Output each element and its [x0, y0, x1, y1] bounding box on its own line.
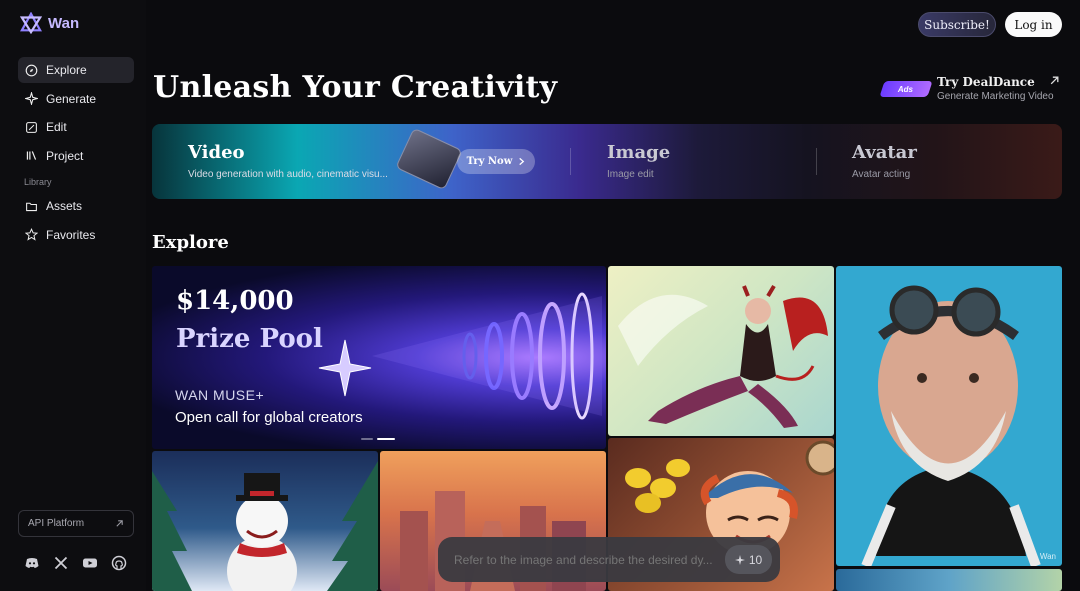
gallery-image-devil-woman[interactable] [608, 266, 834, 436]
edit-icon [26, 121, 37, 133]
sound-waves-graphic [372, 292, 602, 420]
arrow-up-right-icon [116, 520, 123, 527]
hero-call: Open call for global creators [175, 409, 363, 426]
api-platform-label: API Platform [28, 518, 85, 529]
credits-button[interactable]: 10 [725, 545, 772, 574]
gallery-image-snowman[interactable] [152, 451, 378, 591]
logo-text: Wan [48, 14, 80, 32]
sidebar-item-label: Explore [46, 63, 87, 77]
ad-dealdance[interactable]: Ads Try DealDance Generate Marketing Vid… [879, 74, 1062, 104]
banner-divider [816, 148, 817, 175]
carousel-dot[interactable] [361, 438, 373, 440]
wan-logo-icon [20, 12, 42, 34]
sparkle-icon [734, 554, 745, 565]
snowman-illustration [152, 461, 378, 591]
folder-icon [26, 202, 37, 211]
ads-badge: Ads [879, 81, 933, 97]
banner-video-title: Video [188, 142, 245, 163]
youtube-icon[interactable] [82, 555, 98, 571]
explore-heading: Explore [152, 232, 229, 253]
compass-icon [25, 64, 38, 76]
hero-amount: $14,000 [176, 286, 294, 316]
sidebar-item-label: Favorites [46, 227, 96, 242]
sidebar-nav: Explore Generate Edit Project Library As… [18, 57, 134, 251]
banner-avatar-title: Avatar [852, 142, 917, 163]
sidebar-item-project[interactable]: Project [18, 143, 134, 169]
sidebar-item-edit[interactable]: Edit [18, 114, 134, 140]
chevron-right-icon [519, 157, 525, 166]
gallery-image-forest[interactable] [836, 569, 1062, 591]
banner-video-subtitle: Video generation with audio, cinematic v… [188, 169, 388, 180]
feature-banner: Video Video generation with audio, cinem… [152, 124, 1062, 199]
discord-icon[interactable] [24, 555, 40, 571]
sidebar-item-label: Assets [46, 199, 83, 214]
api-platform-button[interactable]: API Platform [18, 510, 134, 537]
sidebar-item-favorites[interactable]: Favorites [18, 222, 134, 248]
crystal-star-graphic [318, 339, 372, 397]
subscribe-button[interactable]: Subscribe! [918, 12, 996, 37]
arrow-up-right-icon [1050, 76, 1059, 85]
prompt-bar[interactable]: 10 [438, 537, 780, 582]
sidebar-item-assets[interactable]: Assets [18, 193, 134, 219]
banner-divider [570, 148, 571, 175]
banner-video[interactable]: Video Video generation with audio, cinem… [152, 124, 562, 199]
video-card-graphic [395, 127, 463, 191]
page-title: Unleash Your Creativity [153, 70, 558, 105]
sidebar-item-label: Edit [46, 120, 67, 135]
sidebar-item-label: Generate [46, 91, 97, 106]
x-icon[interactable] [53, 555, 69, 571]
sidebar: Wan Explore Generate Edit Project Librar… [0, 0, 146, 591]
sidebar-item-explore[interactable]: Explore [18, 57, 134, 83]
github-icon[interactable] [111, 555, 127, 571]
hero-card-prize-pool[interactable]: $14,000 Prize Pool WAN MUSE+ Open call f… [152, 266, 606, 449]
banner-avatar-subtitle: Avatar acting [852, 169, 911, 180]
sparkle-icon [25, 92, 38, 106]
social-links [24, 555, 127, 571]
library-section-label: Library [24, 177, 52, 188]
logo[interactable]: Wan [20, 12, 79, 34]
star-icon [25, 228, 38, 242]
banner-avatar[interactable]: Avatar Avatar acting [818, 124, 1062, 199]
project-icon [26, 151, 37, 161]
carousel-dot-active[interactable] [377, 438, 395, 440]
banner-image[interactable]: Image Image edit [572, 124, 812, 199]
banner-image-subtitle: Image edit [607, 169, 654, 180]
banner-image-title: Image [607, 142, 671, 163]
sidebar-item-label: Project [46, 148, 84, 163]
devil-woman-illustration [618, 284, 828, 428]
sidebar-item-generate[interactable]: Generate [18, 86, 134, 112]
old-man-portrait [861, 285, 1041, 566]
hero-pool: Prize Pool [176, 324, 323, 354]
carousel-dots[interactable] [361, 438, 395, 440]
credits-count: 10 [748, 552, 763, 567]
ad-title: Try DealDance [937, 75, 1035, 89]
gallery-image-old-man[interactable]: Wan [836, 266, 1062, 566]
try-now-button[interactable]: Try Now [457, 149, 535, 174]
ad-subtitle: Generate Marketing Video [937, 91, 1054, 102]
login-button[interactable]: Log in [1005, 12, 1062, 37]
hero-brand: WAN MUSE+ [175, 387, 265, 403]
prompt-input[interactable] [454, 552, 722, 567]
watermark: Wan [1039, 552, 1056, 561]
